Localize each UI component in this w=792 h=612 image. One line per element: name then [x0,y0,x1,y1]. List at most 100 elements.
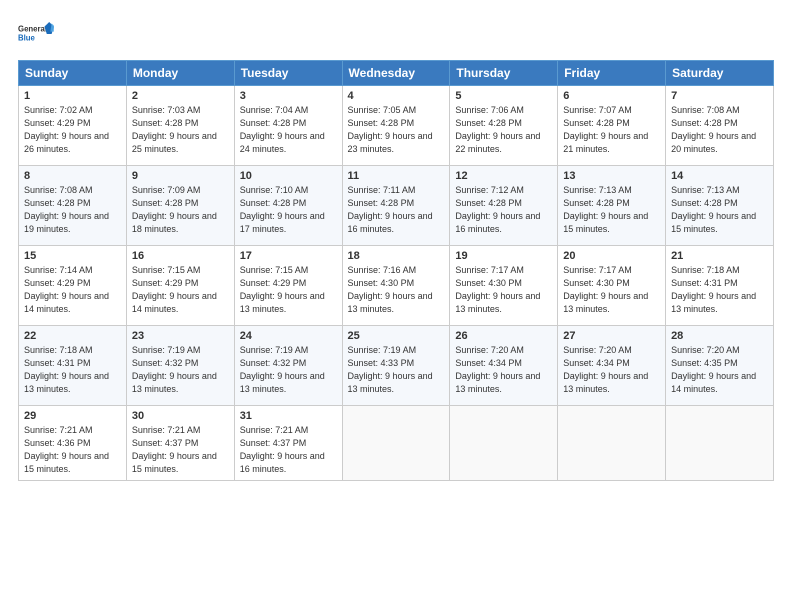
cal-cell: 19 Sunrise: 7:17 AMSunset: 4:30 PMDaylig… [450,246,558,326]
cal-cell: 13 Sunrise: 7:13 AMSunset: 4:28 PMDaylig… [558,166,666,246]
day-number: 3 [240,90,337,102]
cal-cell [558,406,666,481]
day-detail: Sunrise: 7:08 AMSunset: 4:28 PMDaylight:… [24,185,109,234]
col-header-wednesday: Wednesday [342,61,450,86]
day-number: 31 [240,410,337,422]
day-number: 28 [671,330,768,342]
cal-cell: 7 Sunrise: 7:08 AMSunset: 4:28 PMDayligh… [666,86,774,166]
day-number: 5 [455,90,552,102]
cal-cell: 11 Sunrise: 7:11 AMSunset: 4:28 PMDaylig… [342,166,450,246]
day-number: 10 [240,170,337,182]
day-detail: Sunrise: 7:18 AMSunset: 4:31 PMDaylight:… [671,265,756,314]
cal-cell: 10 Sunrise: 7:10 AMSunset: 4:28 PMDaylig… [234,166,342,246]
day-detail: Sunrise: 7:17 AMSunset: 4:30 PMDaylight:… [455,265,540,314]
cal-cell [666,406,774,481]
cal-cell: 23 Sunrise: 7:19 AMSunset: 4:32 PMDaylig… [126,326,234,406]
day-number: 1 [24,90,121,102]
day-number: 22 [24,330,121,342]
day-number: 18 [348,250,445,262]
cal-cell: 15 Sunrise: 7:14 AMSunset: 4:29 PMDaylig… [19,246,127,326]
day-detail: Sunrise: 7:15 AMSunset: 4:29 PMDaylight:… [132,265,217,314]
day-number: 2 [132,90,229,102]
day-number: 20 [563,250,660,262]
day-detail: Sunrise: 7:08 AMSunset: 4:28 PMDaylight:… [671,105,756,154]
day-detail: Sunrise: 7:10 AMSunset: 4:28 PMDaylight:… [240,185,325,234]
day-detail: Sunrise: 7:05 AMSunset: 4:28 PMDaylight:… [348,105,433,154]
day-number: 13 [563,170,660,182]
day-detail: Sunrise: 7:15 AMSunset: 4:29 PMDaylight:… [240,265,325,314]
page: General Blue SundayMondayTuesdayWednesda… [0,0,792,612]
calendar: SundayMondayTuesdayWednesdayThursdayFrid… [18,60,774,481]
day-detail: Sunrise: 7:07 AMSunset: 4:28 PMDaylight:… [563,105,648,154]
cal-cell: 22 Sunrise: 7:18 AMSunset: 4:31 PMDaylig… [19,326,127,406]
cal-cell [342,406,450,481]
day-number: 21 [671,250,768,262]
day-detail: Sunrise: 7:19 AMSunset: 4:32 PMDaylight:… [240,345,325,394]
cal-cell: 16 Sunrise: 7:15 AMSunset: 4:29 PMDaylig… [126,246,234,326]
cal-cell: 30 Sunrise: 7:21 AMSunset: 4:37 PMDaylig… [126,406,234,481]
logo: General Blue [18,16,54,52]
col-header-thursday: Thursday [450,61,558,86]
day-detail: Sunrise: 7:21 AMSunset: 4:37 PMDaylight:… [132,425,217,474]
day-detail: Sunrise: 7:03 AMSunset: 4:28 PMDaylight:… [132,105,217,154]
cal-cell: 26 Sunrise: 7:20 AMSunset: 4:34 PMDaylig… [450,326,558,406]
day-detail: Sunrise: 7:13 AMSunset: 4:28 PMDaylight:… [671,185,756,234]
col-header-tuesday: Tuesday [234,61,342,86]
day-detail: Sunrise: 7:16 AMSunset: 4:30 PMDaylight:… [348,265,433,314]
day-number: 16 [132,250,229,262]
svg-text:General: General [18,25,47,34]
cal-cell: 4 Sunrise: 7:05 AMSunset: 4:28 PMDayligh… [342,86,450,166]
cal-cell: 28 Sunrise: 7:20 AMSunset: 4:35 PMDaylig… [666,326,774,406]
day-detail: Sunrise: 7:14 AMSunset: 4:29 PMDaylight:… [24,265,109,314]
day-detail: Sunrise: 7:06 AMSunset: 4:28 PMDaylight:… [455,105,540,154]
day-detail: Sunrise: 7:19 AMSunset: 4:32 PMDaylight:… [132,345,217,394]
day-number: 14 [671,170,768,182]
cal-cell: 5 Sunrise: 7:06 AMSunset: 4:28 PMDayligh… [450,86,558,166]
day-detail: Sunrise: 7:19 AMSunset: 4:33 PMDaylight:… [348,345,433,394]
day-detail: Sunrise: 7:04 AMSunset: 4:28 PMDaylight:… [240,105,325,154]
day-number: 11 [348,170,445,182]
logo-svg: General Blue [18,16,54,52]
day-number: 30 [132,410,229,422]
cal-cell: 17 Sunrise: 7:15 AMSunset: 4:29 PMDaylig… [234,246,342,326]
day-number: 6 [563,90,660,102]
cal-cell: 6 Sunrise: 7:07 AMSunset: 4:28 PMDayligh… [558,86,666,166]
header: General Blue [18,16,774,52]
cal-cell [450,406,558,481]
cal-cell: 31 Sunrise: 7:21 AMSunset: 4:37 PMDaylig… [234,406,342,481]
day-number: 12 [455,170,552,182]
cal-cell: 1 Sunrise: 7:02 AMSunset: 4:29 PMDayligh… [19,86,127,166]
day-detail: Sunrise: 7:11 AMSunset: 4:28 PMDaylight:… [348,185,433,234]
day-number: 9 [132,170,229,182]
day-number: 25 [348,330,445,342]
day-number: 23 [132,330,229,342]
cal-cell: 2 Sunrise: 7:03 AMSunset: 4:28 PMDayligh… [126,86,234,166]
cal-cell: 8 Sunrise: 7:08 AMSunset: 4:28 PMDayligh… [19,166,127,246]
cal-cell: 27 Sunrise: 7:20 AMSunset: 4:34 PMDaylig… [558,326,666,406]
day-detail: Sunrise: 7:13 AMSunset: 4:28 PMDaylight:… [563,185,648,234]
day-number: 19 [455,250,552,262]
day-detail: Sunrise: 7:09 AMSunset: 4:28 PMDaylight:… [132,185,217,234]
day-detail: Sunrise: 7:20 AMSunset: 4:34 PMDaylight:… [455,345,540,394]
day-number: 17 [240,250,337,262]
day-detail: Sunrise: 7:21 AMSunset: 4:37 PMDaylight:… [240,425,325,474]
cal-cell: 29 Sunrise: 7:21 AMSunset: 4:36 PMDaylig… [19,406,127,481]
day-detail: Sunrise: 7:20 AMSunset: 4:35 PMDaylight:… [671,345,756,394]
day-number: 24 [240,330,337,342]
day-number: 29 [24,410,121,422]
svg-text:Blue: Blue [18,34,36,43]
cal-cell: 20 Sunrise: 7:17 AMSunset: 4:30 PMDaylig… [558,246,666,326]
day-detail: Sunrise: 7:02 AMSunset: 4:29 PMDaylight:… [24,105,109,154]
cal-cell: 24 Sunrise: 7:19 AMSunset: 4:32 PMDaylig… [234,326,342,406]
day-detail: Sunrise: 7:17 AMSunset: 4:30 PMDaylight:… [563,265,648,314]
day-number: 27 [563,330,660,342]
day-number: 8 [24,170,121,182]
col-header-saturday: Saturday [666,61,774,86]
day-detail: Sunrise: 7:21 AMSunset: 4:36 PMDaylight:… [24,425,109,474]
cal-cell: 9 Sunrise: 7:09 AMSunset: 4:28 PMDayligh… [126,166,234,246]
day-number: 7 [671,90,768,102]
day-number: 26 [455,330,552,342]
cal-cell: 14 Sunrise: 7:13 AMSunset: 4:28 PMDaylig… [666,166,774,246]
col-header-monday: Monday [126,61,234,86]
cal-cell: 18 Sunrise: 7:16 AMSunset: 4:30 PMDaylig… [342,246,450,326]
